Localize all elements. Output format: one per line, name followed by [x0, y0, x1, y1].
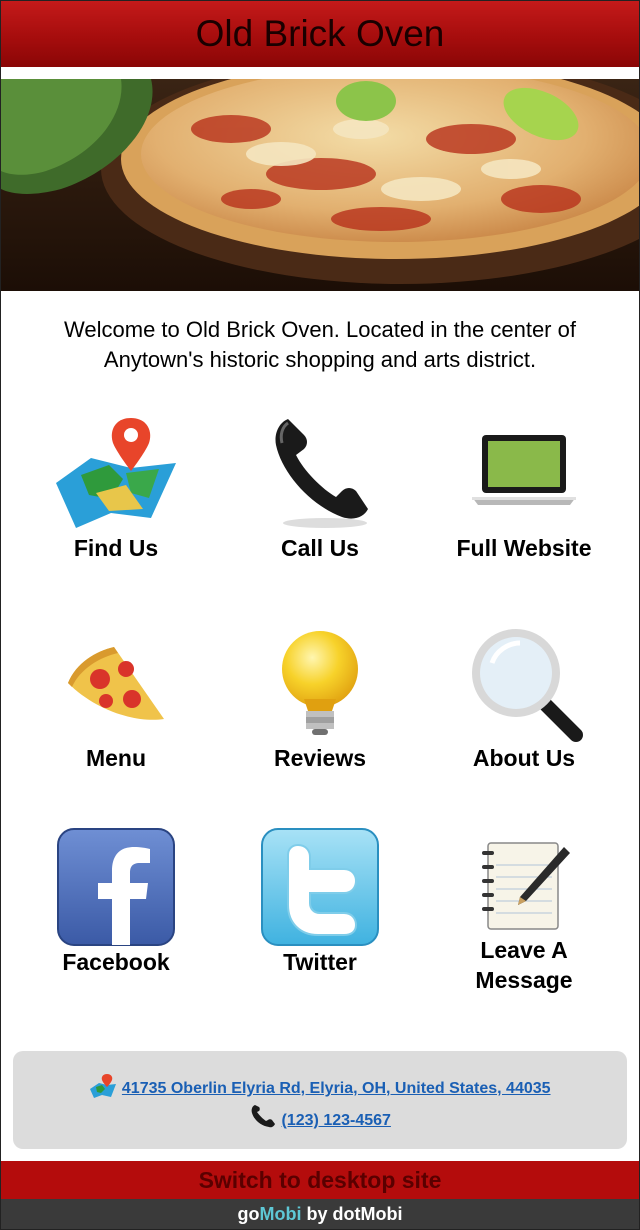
switch-desktop-button[interactable]: Switch to desktop site [1, 1161, 639, 1199]
tile-about-us[interactable]: About Us [424, 623, 624, 773]
tile-label: Facebook [62, 949, 170, 975]
phone-link[interactable]: (123) 123-4567 [282, 1112, 391, 1129]
brand-footer: goMobi by dotMobi [1, 1199, 639, 1229]
twitter-icon [261, 828, 379, 946]
tile-leave-message[interactable]: Leave A Message [424, 835, 624, 995]
brand-text-mobi: Mobi [259, 1204, 302, 1224]
magnifier-icon [472, 629, 583, 742]
facebook-icon [57, 828, 175, 946]
tile-find-us[interactable]: Find Us [16, 413, 216, 563]
pizza-slice-icon [68, 647, 164, 720]
tile-label: Twitter [283, 949, 357, 975]
address-link[interactable]: 41735 Oberlin Elyria Rd, Elyria, OH, Uni… [122, 1080, 551, 1097]
site-title: Old Brick Oven [195, 13, 445, 54]
brand-text-dotmobi: by dotMobi [301, 1204, 403, 1224]
brand-text-go: go [237, 1204, 260, 1224]
tile-facebook[interactable]: Facebook [16, 827, 216, 977]
tile-full-website[interactable]: Full Website [424, 413, 624, 563]
welcome-text: Welcome to Old Brick Oven. Located in th… [64, 317, 576, 372]
map-pin-icon [90, 1074, 117, 1098]
tile-label: Call Us [281, 535, 359, 561]
pizza-photo-icon [1, 79, 639, 291]
tile-label: Menu [85, 745, 147, 771]
lightbulb-icon [282, 631, 358, 735]
address-row: 41735 Oberlin Elyria Rd, Elyria, OH, Uni… [13, 1073, 627, 1099]
laptop-icon [472, 435, 576, 505]
tile-twitter[interactable]: Twitter [220, 827, 420, 977]
phone-icon [251, 1105, 276, 1128]
tile-label: Find Us [73, 535, 159, 561]
tile-label: Reviews [273, 745, 367, 771]
tile-label: Message [475, 967, 573, 993]
map-pin-icon [56, 418, 176, 528]
tile-label: Leave A [480, 937, 568, 963]
hero-image [1, 79, 639, 291]
tile-menu[interactable]: Menu [16, 623, 216, 773]
phone-row: (123) 123-4567 [13, 1103, 627, 1130]
tile-call-us[interactable]: Call Us [220, 413, 420, 563]
tile-reviews[interactable]: Reviews [220, 623, 420, 773]
page-frame: Old Brick Oven Welcome to Old Brick Oven… [0, 0, 640, 1230]
tile-label: About Us [472, 745, 576, 771]
site-header: Old Brick Oven [1, 1, 639, 67]
notepad-icon [482, 842, 570, 930]
tile-label: Full Website [456, 535, 592, 561]
phone-icon [275, 419, 368, 528]
contact-box: 41735 Oberlin Elyria Rd, Elyria, OH, Uni… [13, 1051, 627, 1149]
switch-desktop-label: Switch to desktop site [198, 1167, 442, 1193]
